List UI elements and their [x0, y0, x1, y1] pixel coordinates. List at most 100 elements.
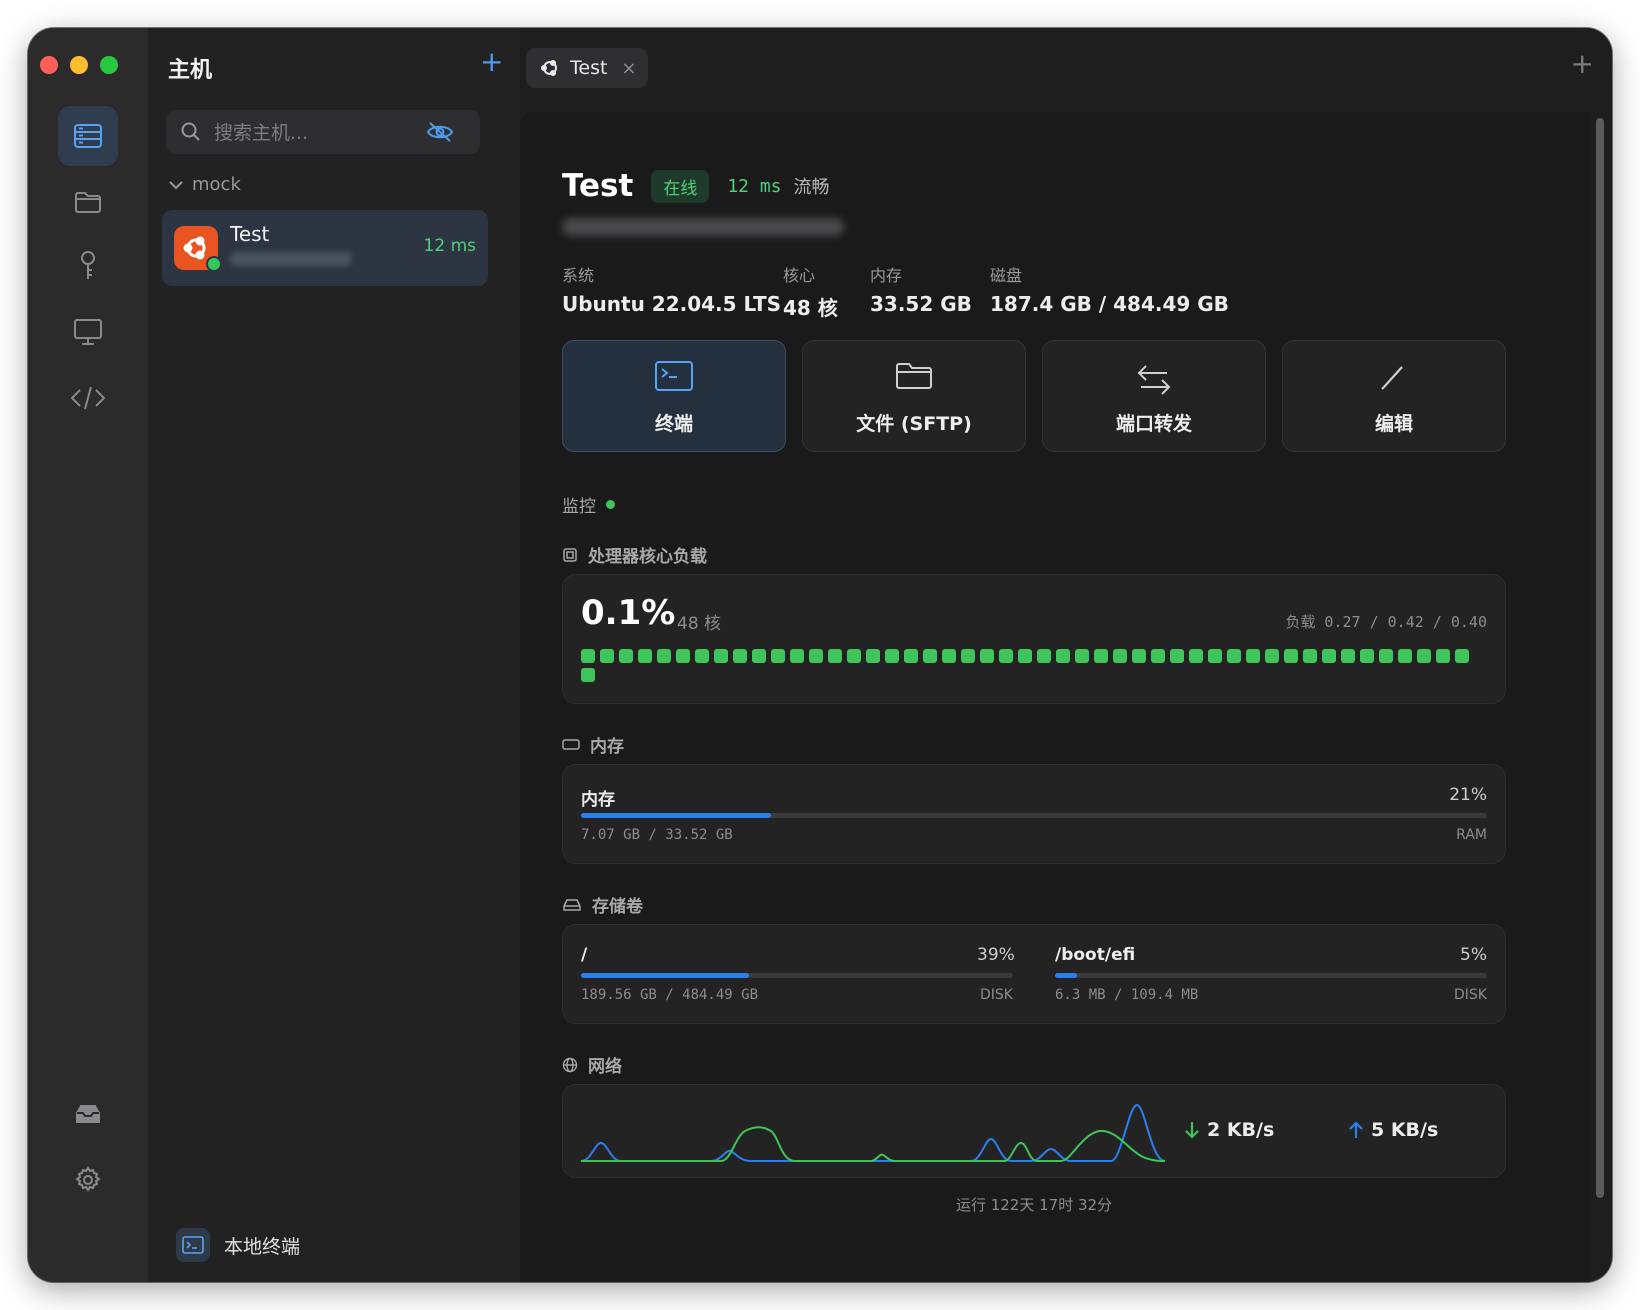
nav-files-button[interactable] [58, 172, 118, 232]
spec-label: 磁盘 [990, 266, 1023, 285]
sftp-action-button[interactable]: 文件 (SFTP) [802, 340, 1026, 452]
cpu-load-average: 负载 0.27 / 0.42 / 0.40 [1285, 613, 1487, 631]
spec-os: 系统 Ubuntu 22.04.5 LTS [562, 262, 781, 316]
volume-mount: /boot/efi [1055, 945, 1136, 965]
spec-disk: 磁盘 187.4 GB / 484.49 GB [990, 262, 1229, 316]
cpu-core-indicator [1189, 649, 1203, 663]
cpu-core-indicator [961, 649, 975, 663]
cpu-core-indicator [1246, 649, 1260, 663]
server-icon [74, 124, 102, 148]
disk-icon [563, 898, 581, 911]
main-area: Test × + Test 在线 12 ms 流畅 系统 Ubuntu 22.0… [520, 28, 1612, 1282]
action-label: 编辑 [1374, 413, 1413, 435]
nav-snippets-button[interactable] [58, 368, 118, 428]
spec-value: 33.52 GB [870, 292, 972, 316]
local-terminal-button[interactable]: 本地终端 [176, 1228, 300, 1262]
network-section-title: 网络 [588, 1057, 622, 1077]
search-input[interactable] [212, 110, 426, 156]
memory-label: 内存 [581, 790, 615, 810]
cpu-core-indicator [695, 649, 709, 663]
cpu-core-indicator [714, 649, 728, 663]
minimize-window-button[interactable] [70, 56, 88, 74]
gear-icon [75, 1166, 101, 1192]
memory-progress-track [581, 813, 1487, 818]
host-name: Test [230, 222, 270, 246]
code-icon [70, 386, 106, 410]
nav-keys-button[interactable] [58, 236, 118, 296]
spec-value: 187.4 GB / 484.49 GB [990, 292, 1229, 316]
new-tab-button[interactable]: + [1571, 50, 1594, 78]
download-rate-value: 2 KB/s [1207, 1119, 1275, 1141]
globe-icon [562, 1057, 578, 1072]
cpu-core-indicator [999, 649, 1013, 663]
cpu-core-indicator [1417, 649, 1431, 663]
memory-section-title: 内存 [590, 737, 624, 757]
tab-test[interactable]: Test × [526, 48, 648, 88]
key-icon [81, 251, 95, 279]
cpu-core-indicator [1284, 649, 1298, 663]
cpu-core-indicator [866, 649, 880, 663]
cpu-usage: 0.1% [581, 593, 676, 633]
terminal-icon [176, 1228, 210, 1262]
host-address-redacted [230, 252, 352, 266]
host-list-item[interactable]: Test 12 ms [162, 210, 488, 286]
nav-hosts-button[interactable] [58, 106, 118, 166]
app-window: 主机 + mock Test 12 ms 本地终端 [28, 28, 1612, 1282]
cpu-core-indicator [600, 649, 614, 663]
cpu-core-indicator [771, 649, 785, 663]
host-latency: 12 ms [423, 236, 476, 256]
add-host-button[interactable]: + [480, 48, 503, 76]
terminal-action-button[interactable]: 终端 [562, 340, 786, 452]
nav-inbox-button[interactable] [58, 1084, 118, 1144]
folder-icon [75, 192, 101, 213]
memory-card: 内存 21% 7.07 GB / 33.52 GB RAM [562, 764, 1506, 864]
network-sparkline [581, 1103, 1166, 1162]
memory-tag: RAM [1456, 827, 1487, 843]
tab-label: Test [570, 57, 608, 79]
volume-detail: 189.56 GB / 484.49 GB [581, 987, 759, 1003]
spec-memory: 内存 33.52 GB [870, 262, 972, 316]
panel-title: 主机 [168, 58, 213, 83]
search-icon [181, 122, 200, 141]
host-group-header[interactable]: mock [168, 174, 241, 195]
cpu-section-title: 处理器核心负载 [588, 547, 707, 567]
local-terminal-label: 本地终端 [224, 1235, 301, 1258]
cpu-core-indicator [1018, 649, 1032, 663]
cpu-core-indicator [790, 649, 804, 663]
tab-close-button[interactable]: × [621, 58, 636, 79]
cpu-core-indicator [1303, 649, 1317, 663]
cpu-core-indicator [733, 649, 747, 663]
cpu-core-indicator [1094, 649, 1108, 663]
inbox-icon [76, 1105, 100, 1123]
host-address-redacted [562, 218, 844, 236]
edit-action-button[interactable]: 编辑 [1282, 340, 1506, 452]
cpu-section-header: 处理器核心负载 [562, 542, 707, 567]
eye-slash-icon[interactable] [426, 121, 454, 143]
folder-icon [896, 363, 932, 389]
cpu-core-indicator [1436, 649, 1450, 663]
cpu-core-indicator [885, 649, 899, 663]
volume-tag: DISK [980, 987, 1013, 1003]
monitor-title: 监控 [562, 497, 596, 517]
cpu-core-indicator [1227, 649, 1241, 663]
scrollbar[interactable] [1596, 118, 1604, 1198]
cpu-core-indicator [1322, 649, 1336, 663]
network-section-header: 网络 [562, 1052, 622, 1077]
close-window-button[interactable] [40, 56, 58, 74]
port-forward-action-button[interactable]: 端口转发 [1042, 340, 1266, 452]
cpu-core-indicator [1132, 649, 1146, 663]
volume-detail: 6.3 MB / 109.4 MB [1055, 987, 1199, 1003]
cpu-core-indicator [752, 649, 766, 663]
nav-remote-desktop-button[interactable] [58, 302, 118, 362]
storage-section-header: 存储卷 [562, 892, 643, 917]
network-card: 2 KB/s 5 KB/s [562, 1084, 1506, 1178]
memory-icon [562, 738, 580, 750]
cpu-icon [563, 547, 577, 562]
upload-rate-value: 5 KB/s [1371, 1119, 1439, 1141]
cpu-core-indicator [904, 649, 918, 663]
cpu-core-indicator [923, 649, 937, 663]
zoom-window-button[interactable] [100, 56, 118, 74]
cpu-core-indicator [1151, 649, 1165, 663]
nav-settings-button[interactable] [58, 1150, 118, 1210]
cpu-core-indicator [581, 668, 595, 682]
